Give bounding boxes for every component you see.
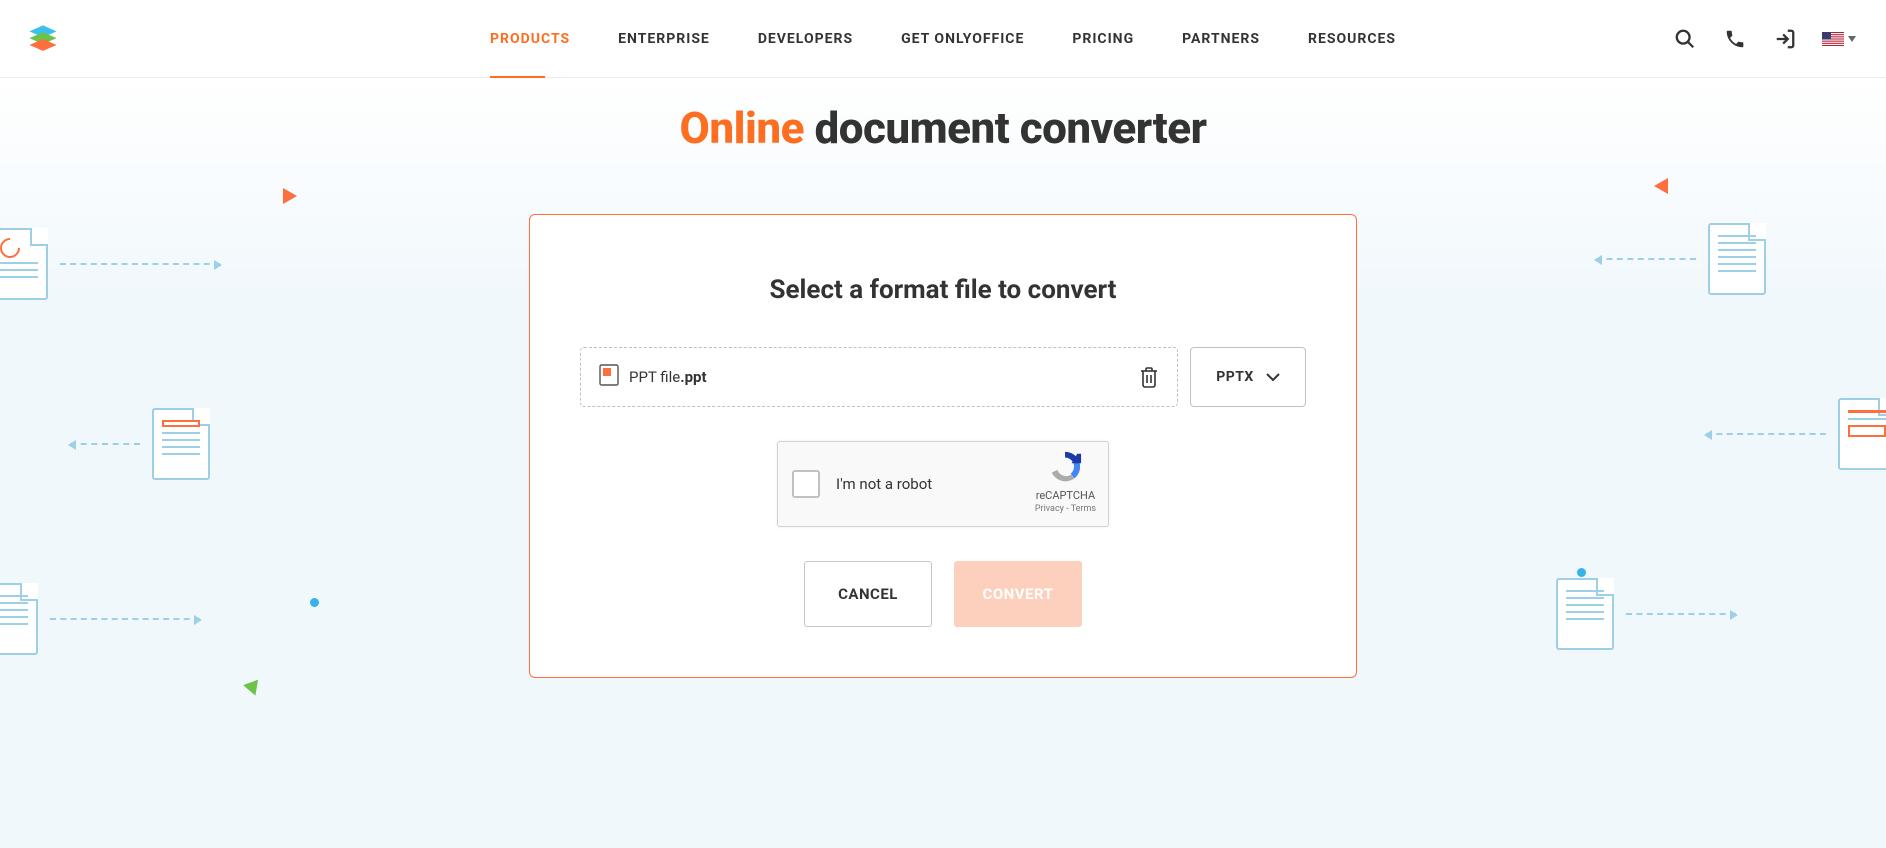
recaptcha-privacy-link[interactable]: Privacy <box>1035 504 1064 514</box>
recaptcha-label: I'm not a robot <box>836 475 932 493</box>
convert-button[interactable]: CONVERT <box>954 561 1082 627</box>
phone-icon[interactable] <box>1722 26 1748 52</box>
nav-item-resources[interactable]: RESOURCES <box>1308 0 1396 77</box>
login-icon[interactable] <box>1772 26 1798 52</box>
decoration-dot-icon <box>310 598 319 607</box>
primary-nav: PRODUCTS ENTERPRISE DEVELOPERS GET ONLYO… <box>490 0 1396 77</box>
delete-file-button[interactable] <box>1139 366 1159 388</box>
search-icon[interactable] <box>1672 26 1698 52</box>
file-row: PPT file.ppt PPTX <box>580 347 1306 407</box>
decoration-triangle-icon <box>1654 178 1668 194</box>
nav-item-developers[interactable]: DEVELOPERS <box>758 0 853 77</box>
language-selector[interactable] <box>1822 32 1856 46</box>
decoration-triangle-icon <box>243 680 263 699</box>
nav-item-pricing[interactable]: PRICING <box>1072 0 1134 77</box>
decoration-triangle-icon <box>283 188 297 204</box>
page-title-accent: Online <box>679 102 804 154</box>
decoration-doc-icon <box>0 228 220 300</box>
page-title: Online document converter <box>0 102 1886 154</box>
decoration-dot-icon <box>1577 568 1586 577</box>
nav-item-get-onlyoffice[interactable]: GET ONLYOFFICE <box>901 0 1024 77</box>
decoration-doc-icon <box>1556 578 1736 650</box>
selected-file[interactable]: PPT file.ppt <box>580 347 1178 407</box>
nav-item-partners[interactable]: PARTNERS <box>1182 0 1260 77</box>
decoration-doc-icon <box>1596 223 1766 295</box>
nav-item-enterprise[interactable]: ENTERPRISE <box>618 0 710 77</box>
card-actions: CANCEL CONVERT <box>580 561 1306 627</box>
chevron-down-icon <box>1266 372 1280 382</box>
recaptcha-widget: I'm not a robot reCAPTCHA Privacy - Term… <box>777 441 1109 527</box>
file-name: PPT file.ppt <box>629 368 707 386</box>
recaptcha-icon <box>1046 450 1084 484</box>
recaptcha-terms-link[interactable]: Terms <box>1071 504 1096 514</box>
output-format-value: PPTX <box>1216 369 1254 385</box>
decoration-doc-icon <box>1706 398 1886 470</box>
hero-section: Online document converter Select a forma… <box>0 78 1886 848</box>
brand-logo[interactable] <box>26 22 60 56</box>
card-heading: Select a format file to convert <box>580 275 1306 305</box>
header-actions <box>1672 26 1866 52</box>
recaptcha-checkbox[interactable] <box>792 470 820 498</box>
site-header: PRODUCTS ENTERPRISE DEVELOPERS GET ONLYO… <box>0 0 1886 78</box>
converter-card: Select a format file to convert PPT file… <box>529 214 1357 678</box>
output-format-select[interactable]: PPTX <box>1190 347 1306 407</box>
flag-us-icon <box>1822 32 1844 46</box>
recaptcha-branding: reCAPTCHA Privacy - Terms <box>1035 450 1096 514</box>
decoration-doc-icon <box>0 583 200 655</box>
chevron-down-icon <box>1848 36 1856 42</box>
file-presentation-icon <box>599 364 619 390</box>
decoration-doc-icon <box>70 408 210 480</box>
nav-item-products[interactable]: PRODUCTS <box>490 0 570 77</box>
page-title-rest: document converter <box>804 102 1207 154</box>
cancel-button[interactable]: CANCEL <box>804 561 932 627</box>
